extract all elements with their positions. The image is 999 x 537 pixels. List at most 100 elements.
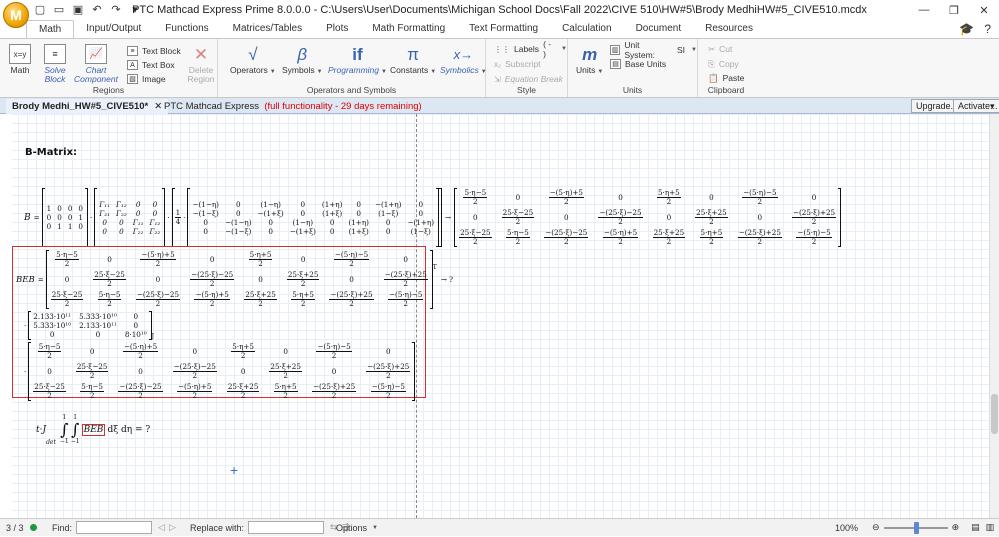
- if-icon: if: [352, 44, 363, 64]
- image-button[interactable]: ▧ Image: [127, 73, 166, 85]
- matrix-cell: 0: [757, 213, 763, 222]
- zoom-slider[interactable]: [883, 521, 948, 534]
- scrollbar-thumb[interactable]: [991, 394, 998, 434]
- tab-input-output[interactable]: Input/Output: [74, 20, 153, 38]
- symbols-button[interactable]: β Symbols ▼: [282, 44, 323, 77]
- matrix-cell: −(25·ξ)−25 2: [598, 208, 643, 226]
- close-tab-icon[interactable]: ✕: [154, 101, 162, 112]
- cut-button[interactable]: ✂ Cut: [708, 43, 732, 55]
- tab-calculation[interactable]: Calculation: [550, 20, 623, 38]
- equation-break-icon: ⇲: [494, 74, 501, 84]
- unit-system-dropdown[interactable]: ▥ Unit System: SI ▼: [610, 40, 697, 60]
- crosshair-cursor-icon: +: [230, 462, 239, 478]
- text-box-button[interactable]: A Text Box: [127, 59, 175, 71]
- tab-resources[interactable]: Resources: [693, 20, 765, 38]
- graduation-cap-icon[interactable]: 🎓: [959, 22, 974, 36]
- matrix-cell: 0: [403, 255, 408, 264]
- tab-math[interactable]: Math: [26, 20, 75, 38]
- matrix-cell: 0: [349, 275, 354, 284]
- subscript-button[interactable]: x₂ Subscript: [494, 58, 541, 70]
- units-group: m Units ▼ ▥ Unit System: SI ▼ ▤ Base Units Un…: [568, 39, 698, 97]
- tab-plots[interactable]: Plots: [314, 20, 360, 38]
- matrix-cell: 25·ξ+25 2: [269, 362, 302, 380]
- zoom-out-icon[interactable]: ⊖: [872, 522, 880, 533]
- tab-document[interactable]: Document: [624, 20, 694, 38]
- solve-block-button[interactable]: ≡ Solve Block: [40, 44, 70, 84]
- solve-block-icon: ≡: [44, 44, 66, 64]
- maximize-icon[interactable]: ❐: [939, 0, 969, 20]
- equation-break-button[interactable]: ⇲ Equation Break: [494, 73, 563, 85]
- scissors-icon: ✂: [708, 43, 716, 54]
- draft-view-icon[interactable]: ▥: [986, 522, 995, 533]
- matrix-cell: 5·η−5 2: [463, 188, 488, 206]
- programming-button[interactable]: if Programming ▼: [328, 44, 387, 77]
- minimize-icon[interactable]: —: [909, 0, 939, 20]
- mathcad-logo-icon[interactable]: M: [3, 2, 29, 28]
- matrix-cell: 0: [235, 208, 241, 218]
- operators-button[interactable]: √ Operators ▼: [230, 44, 276, 77]
- matrix-cell: 0: [78, 222, 83, 231]
- matrix-cell: 25·ξ−25 2: [50, 290, 84, 308]
- b-matrix-heading[interactable]: B-Matrix:: [25, 147, 77, 158]
- matrix-cell: 5·η−5 2: [80, 382, 105, 400]
- symbolics-button[interactable]: x→ Symbolics ▼: [440, 44, 487, 77]
- matrix-cell: 0: [564, 213, 569, 222]
- matrix-cell: (1−η): [292, 217, 314, 227]
- matrix-cell: 0: [709, 193, 714, 202]
- matrix-cell: 5·η+5 2: [248, 250, 273, 268]
- square-root-icon: √: [248, 44, 258, 64]
- copy-button[interactable]: ⎘ Copy: [708, 58, 739, 70]
- page-indicator: 3 / 3: [6, 519, 37, 537]
- units-button[interactable]: m Units ▼: [576, 44, 603, 77]
- zoom-in-icon[interactable]: ⊕: [952, 522, 960, 533]
- matrix-cell: 0: [300, 199, 306, 209]
- paste-button[interactable]: 📋 Paste: [708, 72, 744, 84]
- matrix-cell: (1+η): [348, 217, 369, 227]
- tab-list-dropdown-icon[interactable]: ▾: [990, 99, 999, 113]
- text-block-button[interactable]: ≡ Text Block: [127, 45, 181, 57]
- matrix-cell: 0: [152, 199, 158, 209]
- matrix-cell: −(25·ξ)+25 2: [383, 270, 428, 288]
- replace-input[interactable]: [248, 521, 325, 534]
- page-view-icon[interactable]: ▤: [971, 522, 980, 533]
- vertical-scrollbar[interactable]: [989, 114, 999, 518]
- math-region-button[interactable]: x=y Math: [9, 44, 31, 75]
- delete-region-button[interactable]: ✕ Delete Region: [186, 44, 216, 84]
- matrix-cell: 0: [240, 367, 246, 376]
- labels-dropdown[interactable]: ⋮⋮ Labels( - ) ▼: [494, 39, 567, 59]
- help-icon[interactable]: ?: [984, 22, 991, 36]
- tab-matrices-tables[interactable]: Matrices/Tables: [221, 20, 314, 38]
- options-dropdown[interactable]: Options ▼: [336, 519, 378, 537]
- matrix-cell: 0: [618, 193, 623, 202]
- find-input[interactable]: [76, 521, 153, 534]
- integrand-beb[interactable]: BEB: [81, 424, 106, 436]
- matrix-cell: 0: [102, 217, 107, 227]
- find-next-icon[interactable]: ▷: [169, 522, 176, 533]
- document-tab[interactable]: Brody Medhi_HW#5_CIVE510* ✕: [6, 99, 169, 114]
- constants-button[interactable]: π Constants ▼: [390, 44, 436, 77]
- tab-math-formatting[interactable]: Math Formatting: [360, 20, 457, 38]
- matrix-cell: 0: [78, 204, 83, 213]
- integral-expression[interactable]: t·J det 1 ∫ −1 1 ∫ −1 BEB dξ dη = ?: [36, 414, 150, 446]
- matrix-cell: 0: [203, 217, 208, 227]
- matrix-cell: −(1−η): [192, 199, 219, 209]
- quarter-fraction: 14: [174, 208, 182, 226]
- matrix-cell: (1−ξ): [410, 226, 431, 236]
- matrix-cell: Γ₂₁: [132, 226, 144, 236]
- find-previous-icon[interactable]: ◁: [158, 522, 165, 533]
- matrix-cell: 0: [155, 275, 161, 284]
- beb-expression[interactable]: BEB = 5·η−5 2 0 −(5·η)+5 2 0 5·η+5 2 0 −(5·η)−5 2 0…: [16, 250, 457, 401]
- matrix-cell: −(5·η)−5 2: [388, 290, 424, 308]
- matrix-cell: 0: [47, 367, 52, 376]
- matrix-cell: 5·η−5 2: [55, 250, 79, 268]
- matrix-cell: 0: [268, 226, 273, 236]
- worksheet[interactable]: B-Matrix: B = 100000010110 · Γ₁₁ Γ₁₂ 0 0 Γ₂₁…: [0, 114, 989, 518]
- b-matrix-definition[interactable]: B = 100000010110 · Γ₁₁ Γ₁₂ 0 0 Γ₂₁ Γ₂₂ 0 0 0 0 Γ₁₁…: [24, 188, 842, 247]
- base-units-button[interactable]: ▤ Base Units: [610, 58, 666, 70]
- matrix-cell: −(1−η): [224, 217, 252, 227]
- matrix-cell: −(25·ξ)+25 2: [329, 290, 374, 308]
- chart-component-button[interactable]: 📈 Chart Component: [74, 44, 118, 84]
- tab-functions[interactable]: Functions: [153, 20, 220, 38]
- close-icon[interactable]: ✕: [969, 0, 999, 20]
- tab-text-formatting[interactable]: Text Formatting: [457, 20, 550, 38]
